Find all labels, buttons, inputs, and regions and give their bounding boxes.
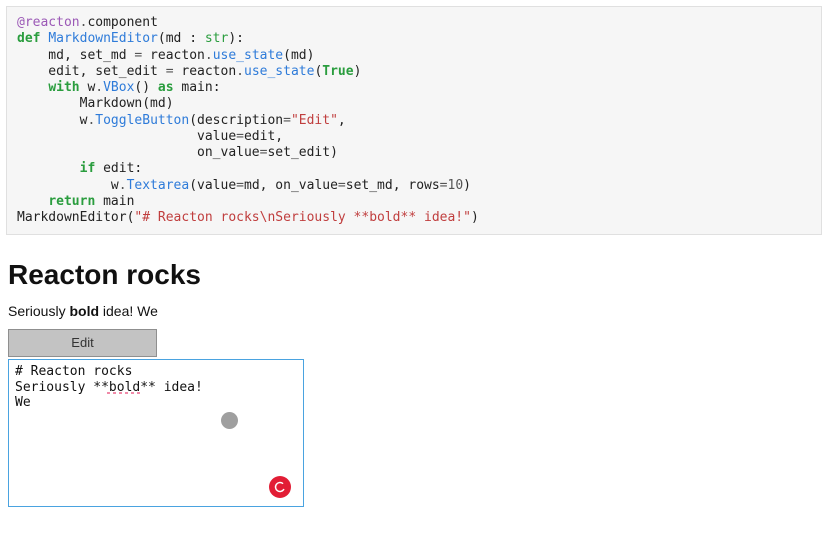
text-pre: Seriously [8, 303, 69, 319]
decorator: @reacton [17, 15, 80, 30]
code-block: @reacton.component def MarkdownEditor(md… [6, 6, 822, 235]
markdown-heading: Reacton rocks [8, 259, 820, 291]
def-keyword: def [17, 31, 40, 46]
markdown-paragraph: Seriously bold idea! We [8, 303, 820, 319]
spellcheck-underline [107, 392, 141, 394]
textarea-container [8, 359, 304, 507]
func-name: MarkdownEditor [48, 31, 158, 46]
edit-toggle-button[interactable]: Edit [8, 329, 157, 357]
output-area: Reacton rocks Seriously bold idea! We Ed… [0, 241, 828, 515]
markdown-textarea[interactable] [9, 360, 303, 506]
text-post: idea! We [99, 303, 158, 319]
text-bold: bold [69, 303, 99, 319]
